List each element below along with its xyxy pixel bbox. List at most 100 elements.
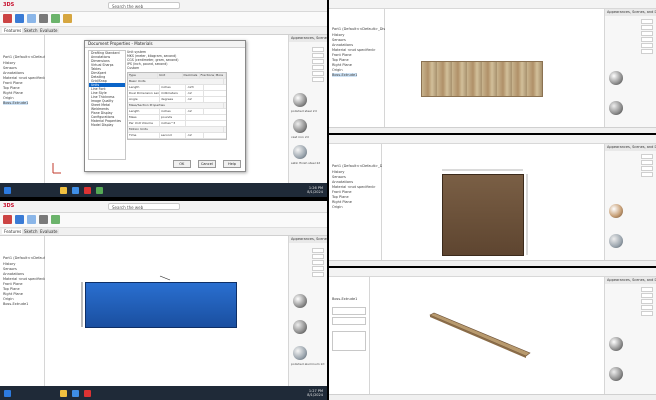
plank-model[interactable] bbox=[370, 277, 604, 395]
tree-node-history[interactable]: History bbox=[3, 61, 15, 65]
unit-radio-custom[interactable]: Custom bbox=[127, 66, 241, 70]
pattern-icon[interactable] bbox=[63, 14, 72, 23]
file-explorer-icon[interactable] bbox=[60, 390, 67, 397]
depth-input[interactable] bbox=[332, 307, 366, 315]
graphics-viewport[interactable] bbox=[45, 236, 288, 386]
tree-node-boss-extrude[interactable]: Boss-Extrude1 bbox=[3, 101, 29, 105]
category-item[interactable]: Model Display bbox=[89, 123, 125, 127]
appearance-folder-list[interactable] bbox=[641, 154, 653, 178]
extrude-icon[interactable] bbox=[3, 14, 12, 23]
appearance-folder-list[interactable] bbox=[312, 47, 324, 83]
tree-node-material[interactable]: Material <not specified> bbox=[332, 185, 376, 189]
graphics-viewport[interactable] bbox=[382, 144, 604, 261]
material-ball-polished-steel[interactable] bbox=[609, 71, 623, 85]
material-ball-satin-steel[interactable] bbox=[609, 234, 623, 248]
material-ball-cast-iron[interactable] bbox=[609, 367, 623, 381]
start-icon[interactable] bbox=[4, 390, 11, 397]
browser-icon[interactable] bbox=[72, 390, 79, 397]
tree-node-annotations[interactable]: Annotations bbox=[3, 71, 24, 75]
revolve-icon[interactable] bbox=[15, 215, 24, 224]
material-ball-polished-steel[interactable] bbox=[293, 93, 307, 107]
loft-icon[interactable] bbox=[39, 14, 48, 23]
tree-node-sensors[interactable]: Sensors bbox=[332, 38, 346, 42]
tree-node-right-plane[interactable]: Right Plane bbox=[3, 292, 23, 296]
tree-node-right-plane[interactable]: Right Plane bbox=[332, 200, 352, 204]
graphics-viewport[interactable] bbox=[370, 277, 604, 395]
tree-node-front-plane[interactable]: Front Plane bbox=[332, 190, 352, 194]
material-ball-satin-steel[interactable] bbox=[293, 346, 307, 360]
extrude-icon[interactable] bbox=[3, 215, 12, 224]
material-ball-cast-iron[interactable] bbox=[293, 320, 307, 334]
tree-node-right-plane[interactable]: Right Plane bbox=[332, 63, 352, 67]
tree-node-history[interactable]: History bbox=[3, 262, 15, 266]
wood-block-model[interactable] bbox=[421, 61, 543, 97]
tab-sketch[interactable]: Sketch bbox=[22, 229, 40, 234]
tree-node-right-plane[interactable]: Right Plane bbox=[3, 91, 23, 95]
tree-node-material[interactable]: Material <not specified> bbox=[332, 48, 376, 52]
tree-node-material[interactable]: Material <not specified> bbox=[3, 277, 47, 281]
material-ball-cast-iron[interactable] bbox=[293, 119, 307, 133]
tab-evaluate[interactable]: Evaluate bbox=[38, 28, 60, 33]
tree-node-sensors[interactable]: Sensors bbox=[332, 175, 346, 179]
direction-input[interactable] bbox=[332, 317, 366, 325]
solidworks-taskbar-icon[interactable] bbox=[84, 390, 91, 397]
search-input[interactable]: Search the web bbox=[108, 203, 180, 210]
tree-node-origin[interactable]: Origin bbox=[3, 297, 14, 301]
help-button[interactable]: Help bbox=[223, 160, 241, 168]
tree-node-origin[interactable]: Origin bbox=[3, 96, 14, 100]
tab-features[interactable]: Features bbox=[2, 28, 24, 33]
appearance-folder-list[interactable] bbox=[641, 287, 653, 317]
tree-node-top-plane[interactable]: Top Plane bbox=[3, 86, 20, 90]
tab-sketch[interactable]: Sketch bbox=[22, 28, 40, 33]
revolve-icon[interactable] bbox=[15, 14, 24, 23]
tree-node-history[interactable]: History bbox=[332, 33, 344, 37]
sweep-icon[interactable] bbox=[27, 14, 36, 23]
cancel-button[interactable]: Cancel bbox=[197, 160, 216, 168]
table-row[interactable]: Time second .12 bbox=[128, 133, 226, 139]
tab-evaluate[interactable]: Evaluate bbox=[38, 229, 60, 234]
material-ball-polished-steel[interactable] bbox=[293, 294, 307, 308]
tree-node-sensors[interactable]: Sensors bbox=[3, 267, 17, 271]
loft-icon[interactable] bbox=[39, 215, 48, 224]
tab-features[interactable]: Features bbox=[2, 229, 24, 234]
tree-node-front-plane[interactable]: Front Plane bbox=[3, 81, 23, 85]
tree-node-front-plane[interactable]: Front Plane bbox=[332, 53, 352, 57]
tree-node-part[interactable]: Part1 (Default<<Default>_Disp bbox=[332, 164, 387, 168]
tree-node-sensors[interactable]: Sensors bbox=[3, 66, 17, 70]
selected-contours-box[interactable] bbox=[332, 331, 366, 351]
tree-node-origin[interactable]: Origin bbox=[332, 205, 343, 209]
tree-node-material[interactable]: Material <not specified> bbox=[3, 76, 47, 80]
start-icon[interactable] bbox=[4, 187, 11, 194]
tree-node-top-plane[interactable]: Top Plane bbox=[332, 195, 349, 199]
material-ball-polished-steel[interactable] bbox=[609, 337, 623, 351]
search-input[interactable]: Search the web bbox=[108, 2, 180, 9]
fillet-icon[interactable] bbox=[51, 215, 60, 224]
tree-node-part[interactable]: Part1 (Default<<Default>_Disp bbox=[332, 27, 387, 31]
tree-node-top-plane[interactable]: Top Plane bbox=[332, 58, 349, 62]
sweep-icon[interactable] bbox=[27, 215, 36, 224]
window-controls[interactable] bbox=[264, 2, 324, 17]
file-explorer-icon[interactable] bbox=[60, 187, 67, 194]
solidworks-taskbar-icon[interactable] bbox=[84, 187, 91, 194]
tree-node-annotations[interactable]: Annotations bbox=[332, 43, 353, 47]
tree-node-annotations[interactable]: Annotations bbox=[332, 180, 353, 184]
material-ball-cast-iron[interactable] bbox=[609, 101, 623, 115]
appearance-folder-list[interactable] bbox=[312, 248, 324, 278]
browser-icon[interactable] bbox=[72, 187, 79, 194]
tree-node-origin[interactable]: Origin bbox=[332, 68, 343, 72]
tree-node-boss-extrude[interactable]: Boss-Extrude1 bbox=[3, 302, 28, 306]
tree-node-boss-extrude[interactable]: Boss-Extrude1 bbox=[332, 73, 358, 77]
material-ball-wood[interactable] bbox=[609, 204, 623, 218]
graphics-viewport[interactable] bbox=[385, 9, 604, 128]
material-ball-satin-steel[interactable] bbox=[293, 145, 307, 159]
ok-button[interactable]: OK bbox=[172, 160, 191, 168]
tree-node-history[interactable]: History bbox=[332, 170, 344, 174]
window-controls[interactable] bbox=[264, 203, 324, 218]
tree-node-part[interactable]: Boss-Extrude1 bbox=[332, 297, 357, 301]
tree-node-annotations[interactable]: Annotations bbox=[3, 272, 24, 276]
app-icon[interactable] bbox=[96, 187, 103, 194]
appearance-folder-list[interactable] bbox=[641, 19, 653, 55]
tree-node-top-plane[interactable]: Top Plane bbox=[3, 287, 20, 291]
tree-node-front-plane[interactable]: Front Plane bbox=[3, 282, 23, 286]
fillet-icon[interactable] bbox=[51, 14, 60, 23]
